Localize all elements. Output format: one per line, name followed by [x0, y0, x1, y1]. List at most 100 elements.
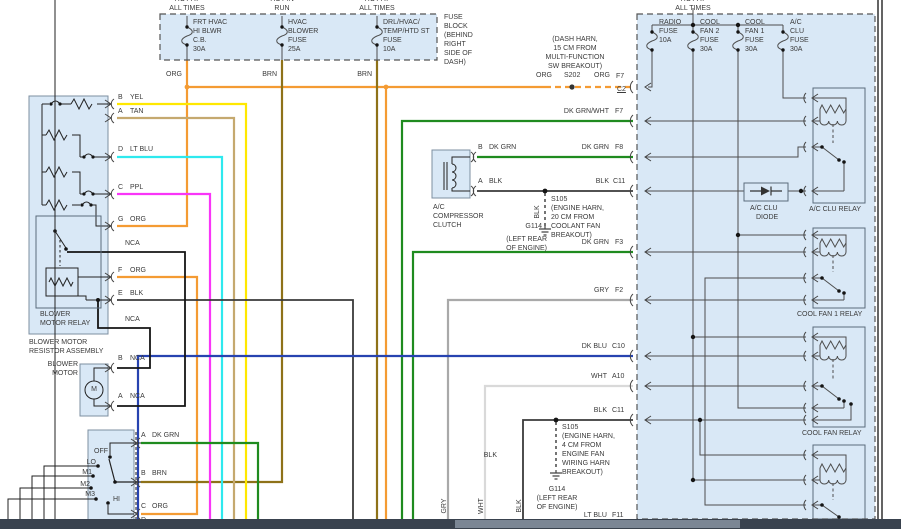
wire-label-org: ORG: [536, 72, 552, 80]
pin-id: G: [118, 216, 123, 224]
fuse-rating: 30A: [193, 46, 205, 54]
wire-label: DK BLU: [582, 343, 607, 351]
pin-wire: DK GRN: [152, 432, 179, 440]
pin-wire: ORG: [130, 216, 146, 224]
fuse-rating: 30A: [745, 46, 757, 54]
pin-id: D: [118, 146, 123, 154]
fuse-label: FRT HVAC: [193, 19, 227, 27]
fuse-label: C.B.: [193, 37, 207, 45]
harness-note: BREAKOUT): [562, 469, 603, 477]
component-pin-glyphs: [105, 99, 476, 519]
pin-wire: ORG: [152, 503, 168, 511]
pin-wire: YEL: [130, 94, 143, 102]
pin-wire: LT BLU: [130, 146, 153, 154]
wire-label-org: ORG: [594, 72, 610, 80]
pin-id: B: [141, 470, 146, 478]
ground-note: OF ENGINE): [537, 504, 578, 512]
fuse-label: FUSE: [659, 28, 678, 36]
fuse-label: FUSE: [288, 37, 307, 45]
fuse-label: FUSE: [700, 37, 719, 45]
pin-id: A: [118, 393, 123, 401]
pin-wire: PPL: [130, 184, 143, 192]
splice-id: S105: [562, 424, 578, 432]
fuse-rating: 10A: [383, 46, 395, 54]
fuse-label: COOL: [745, 19, 765, 27]
pin-id: F: [118, 267, 122, 275]
pin-id: B: [478, 144, 483, 152]
wire-label: DK GRN: [582, 144, 609, 152]
fuse-label: FAN 2: [700, 28, 719, 36]
fuse-block-name: SIDE OF: [444, 50, 472, 58]
connector-ref: C2: [617, 86, 626, 94]
pin-id: A: [118, 108, 123, 116]
component-name: BLOWER: [40, 311, 70, 319]
pin-id: A: [478, 178, 483, 186]
fuse-label: HI BLWR: [193, 28, 222, 36]
harness-note: BREAKOUT): [551, 232, 592, 240]
power-label: HOT AT: [365, 0, 390, 4]
pin-wire: BRN: [152, 470, 167, 478]
harness-note: (DASH HARN,: [552, 36, 598, 44]
harness-note: (ENGINE HARN,: [551, 205, 604, 213]
harness-note: SW BREAKOUT): [548, 63, 602, 71]
pin-id: C: [118, 184, 123, 192]
wiring-diagram-viewer: HOT AT ALL TIMES HOT IN RUN HOT AT ALL T…: [0, 0, 901, 529]
harness-note: MULTI-FUNCTION: [546, 54, 605, 62]
switch-position: M2: [80, 481, 90, 489]
component-name: BLOWER: [48, 361, 78, 369]
splice-id: S105: [551, 196, 567, 204]
fuse-label: FUSE: [790, 37, 809, 45]
relay-name: COOL FAN 1 RELAY: [797, 311, 862, 319]
pin-wire: DK GRN: [489, 144, 516, 152]
fuse-label: FAN 1: [745, 28, 764, 36]
connector-pin: C11: [612, 407, 624, 415]
fuse-rating: 25A: [288, 46, 300, 54]
harness-note: 15 CM FROM: [553, 45, 596, 53]
wire-label-gry: GRY: [441, 498, 449, 513]
component-boxes: [29, 14, 875, 529]
fuse-label: FUSE: [383, 37, 402, 45]
ground-id: G114: [525, 223, 542, 231]
power-label: ALL TIMES: [169, 5, 204, 13]
scrollbar-thumb[interactable]: [455, 520, 740, 528]
wire-label-blk: BLK: [516, 499, 524, 512]
harness-wires: [117, 60, 633, 519]
harness-note: (ENGINE HARN,: [562, 433, 615, 441]
harness-note: WIRING HARN: [562, 460, 610, 468]
wire-label: BLK: [596, 178, 609, 186]
wiring-diagram-canvas: [0, 0, 901, 529]
switch-position: HI: [113, 496, 120, 504]
pin-id: C: [141, 503, 146, 511]
component-name: COMPRESSOR: [433, 213, 484, 221]
connector-pin: F7: [615, 108, 623, 116]
fuse-label: BLOWER: [288, 28, 318, 36]
connector-pin: A10: [612, 373, 624, 381]
fuse-block-name: BLOCK: [444, 23, 468, 31]
harness-note: COOLANT FAN: [551, 223, 600, 231]
fuse-label: A/C: [790, 19, 802, 27]
power-label: ALL TIMES: [675, 5, 710, 13]
ground-note: (LEFT REAR: [537, 495, 578, 503]
fuse-label: TEMP/HTD ST: [383, 28, 430, 36]
switch-position: M3: [85, 491, 95, 499]
wire-label: WHT: [591, 373, 607, 381]
pin-wire: BLK: [489, 178, 502, 186]
connector-pin: C11: [613, 178, 625, 186]
fuse-label: CLU: [790, 28, 804, 36]
horizontal-scrollbar[interactable]: [0, 519, 901, 529]
pin-wire: ORG: [130, 267, 146, 275]
pin-wire: NCA: [130, 355, 145, 363]
connector-pin: F2: [615, 287, 623, 295]
diode-name: A/C CLU: [750, 205, 778, 213]
power-label: HOT AT: [175, 0, 200, 4]
wire-label-org: ORG: [166, 71, 182, 79]
component-name: RESISTOR ASSEMBLY: [29, 348, 103, 356]
pin-id: E: [118, 290, 123, 298]
fuse-label: FUSE: [745, 37, 764, 45]
fuse-rating: 10A: [659, 37, 671, 45]
ground-id: G114: [549, 486, 566, 494]
switch-position: OFF: [94, 448, 108, 456]
wire-label-wht: WHT: [478, 498, 486, 514]
fuse-label: HVAC: [288, 19, 307, 27]
pin-id: A: [141, 432, 146, 440]
